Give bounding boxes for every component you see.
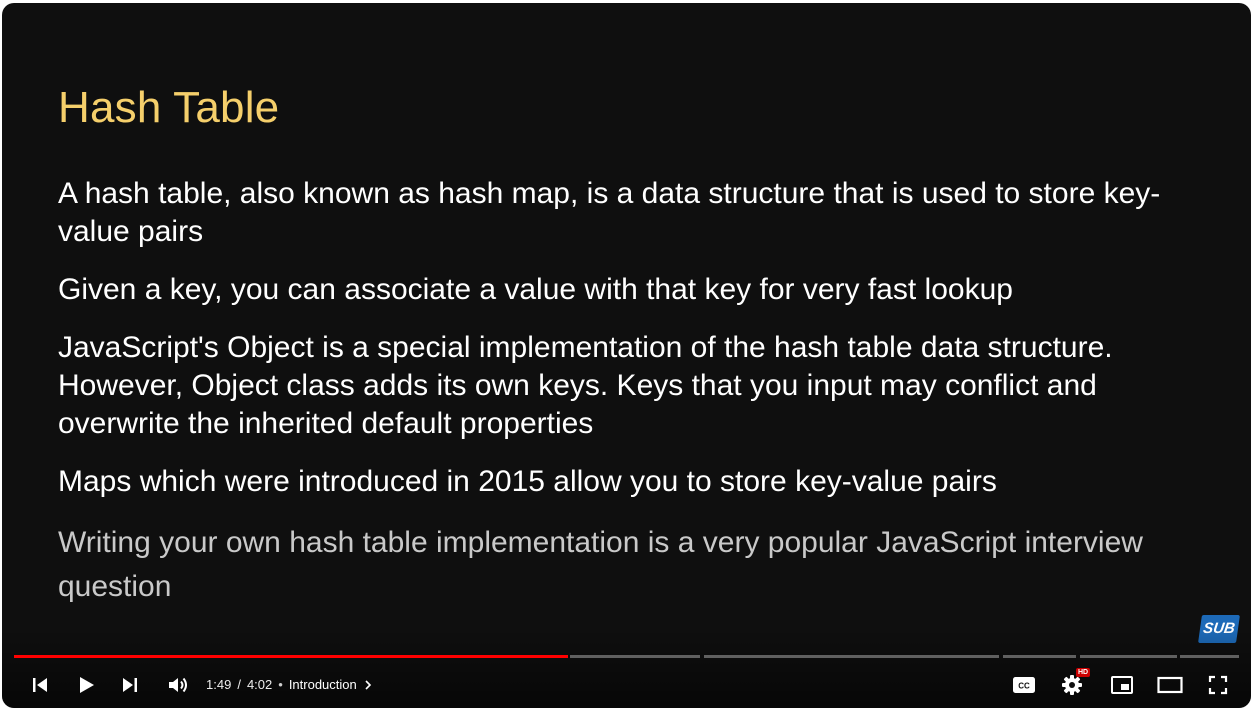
volume-icon bbox=[169, 677, 187, 693]
fullscreen-icon bbox=[1208, 675, 1228, 695]
time-display: 1:49 / 4:02 • Introduction bbox=[206, 677, 373, 692]
play-icon bbox=[80, 677, 94, 693]
current-time: 1:49 bbox=[206, 677, 232, 692]
miniplayer-button[interactable] bbox=[1104, 671, 1140, 699]
next-button[interactable] bbox=[112, 671, 148, 699]
progress-played bbox=[14, 655, 568, 658]
next-icon bbox=[123, 678, 137, 692]
slide-bullet: Maps which were introduced in 2015 allow… bbox=[58, 465, 997, 498]
chapter-segment[interactable] bbox=[1080, 655, 1177, 658]
volume-button[interactable] bbox=[160, 671, 196, 699]
settings-gear-icon bbox=[1062, 675, 1082, 695]
svg-text:CC: CC bbox=[1018, 682, 1030, 691]
chapter-segment[interactable] bbox=[1003, 655, 1076, 658]
chapter-bullet: • bbox=[278, 677, 283, 692]
slide-title: Hash Table bbox=[58, 83, 280, 132]
fullscreen-button[interactable] bbox=[1200, 671, 1236, 699]
theater-mode-icon bbox=[1157, 676, 1183, 694]
previous-button[interactable] bbox=[22, 671, 58, 699]
chapter-segment[interactable] bbox=[1180, 655, 1239, 658]
time-separator: / bbox=[237, 677, 241, 692]
chevron-right-icon[interactable] bbox=[363, 679, 373, 691]
miniplayer-icon bbox=[1111, 676, 1133, 694]
chapter-title[interactable]: Introduction bbox=[289, 677, 357, 692]
slide-bullet: Writing your own hash table implementati… bbox=[58, 526, 1143, 603]
progress-bar[interactable] bbox=[14, 655, 1239, 658]
slide: Hash Table A hash table, also known as h… bbox=[2, 3, 1251, 708]
duration: 4:02 bbox=[246, 677, 273, 692]
slide-bullet: Given a key, you can associate a value w… bbox=[58, 273, 1013, 306]
slide-bullet: JavaScript's Object is a special impleme… bbox=[58, 331, 1113, 440]
hd-badge: HD bbox=[1076, 668, 1091, 677]
captions-icon: CC bbox=[1013, 677, 1035, 693]
player-controls: 1:49 / 4:02 • Introduction CC bbox=[2, 667, 1251, 703]
play-button[interactable] bbox=[68, 671, 104, 699]
video-player[interactable]: Hash Table A hash table, also known as h… bbox=[2, 3, 1251, 708]
theater-mode-button[interactable] bbox=[1152, 671, 1188, 699]
chapter-segment[interactable] bbox=[570, 655, 700, 658]
slide-bullet: A hash table, also known as hash map, is… bbox=[58, 177, 1161, 248]
chapter-segment[interactable] bbox=[704, 655, 999, 658]
previous-icon bbox=[33, 678, 47, 692]
captions-button[interactable]: CC bbox=[1006, 671, 1042, 699]
